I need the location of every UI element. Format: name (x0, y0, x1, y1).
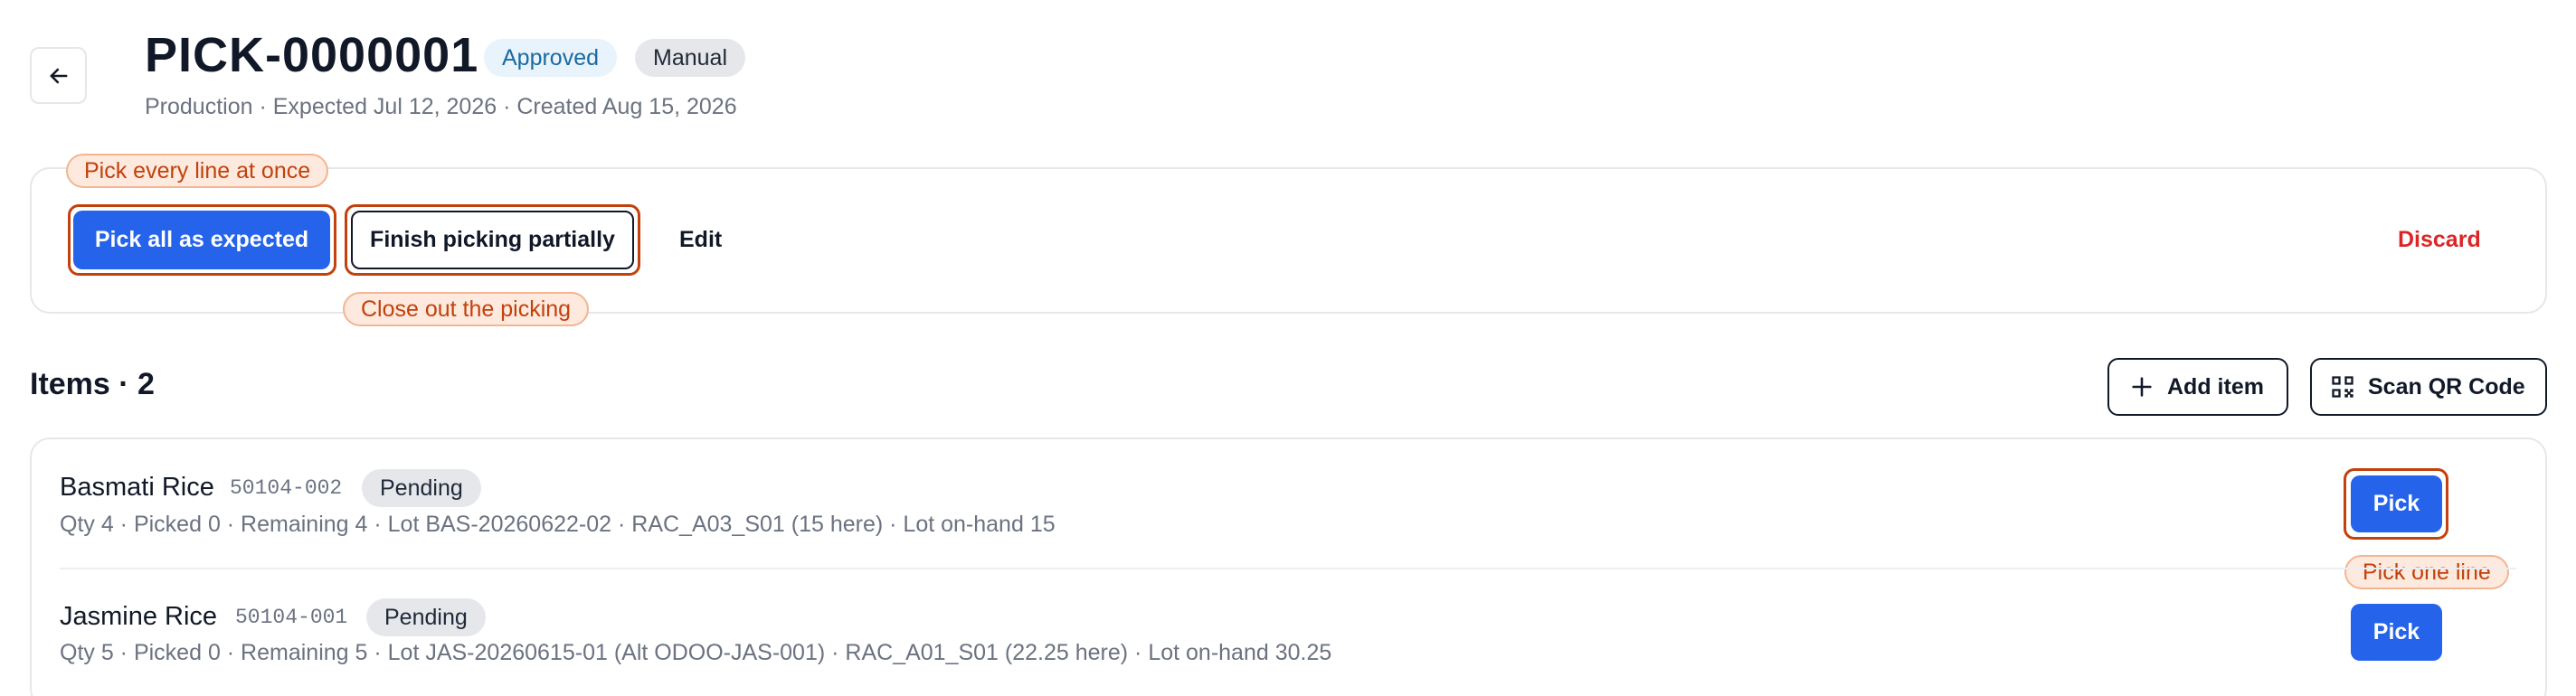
status-badge: Approved (484, 39, 618, 77)
finish-partial-tip: Close out the picking (343, 292, 590, 326)
page-title: PICK-0000001 (145, 28, 479, 82)
type-badge: Manual (635, 39, 745, 77)
row-divider (60, 568, 2516, 569)
item-details: Qty 4 · Picked 0 · Remaining 4 · Lot BAS… (60, 512, 1056, 537)
back-button[interactable] (30, 47, 87, 104)
scan-qr-button[interactable]: Scan QR Code (2310, 358, 2547, 416)
item-details: Qty 5 · Picked 0 · Remaining 5 · Lot JAS… (60, 640, 1332, 665)
plus-icon (2132, 377, 2152, 397)
item-status-badge: Pending (362, 469, 481, 507)
items-section-title: Items · 2 (30, 367, 155, 401)
item-status-badge: Pending (366, 598, 486, 636)
item-sku: 50104-001 (235, 606, 348, 629)
scan-qr-label: Scan QR Code (2368, 373, 2525, 400)
item-sku: 50104-002 (230, 476, 343, 500)
pick-button[interactable]: Pick (2351, 475, 2442, 532)
arrow-left-icon (50, 68, 67, 83)
finish-partial-button[interactable]: Finish picking partially (351, 211, 634, 269)
pick-all-tip: Pick every line at once (66, 154, 329, 188)
page-subtitle: Production · Expected Jul 12, 2026 · Cre… (145, 94, 737, 119)
pick-all-button[interactable]: Pick all as expected (73, 211, 330, 269)
add-item-button[interactable]: Add item (2107, 358, 2288, 416)
edit-button[interactable]: Edit (679, 211, 722, 269)
pick-one-tip: Pick one line (2344, 555, 2509, 589)
item-name: Jasmine Rice (60, 602, 218, 631)
qr-code-icon (2332, 376, 2353, 398)
add-item-label: Add item (2167, 373, 2264, 400)
pick-button[interactable]: Pick (2351, 604, 2442, 661)
item-name: Basmati Rice (60, 473, 214, 502)
discard-button[interactable]: Discard (2398, 211, 2481, 269)
